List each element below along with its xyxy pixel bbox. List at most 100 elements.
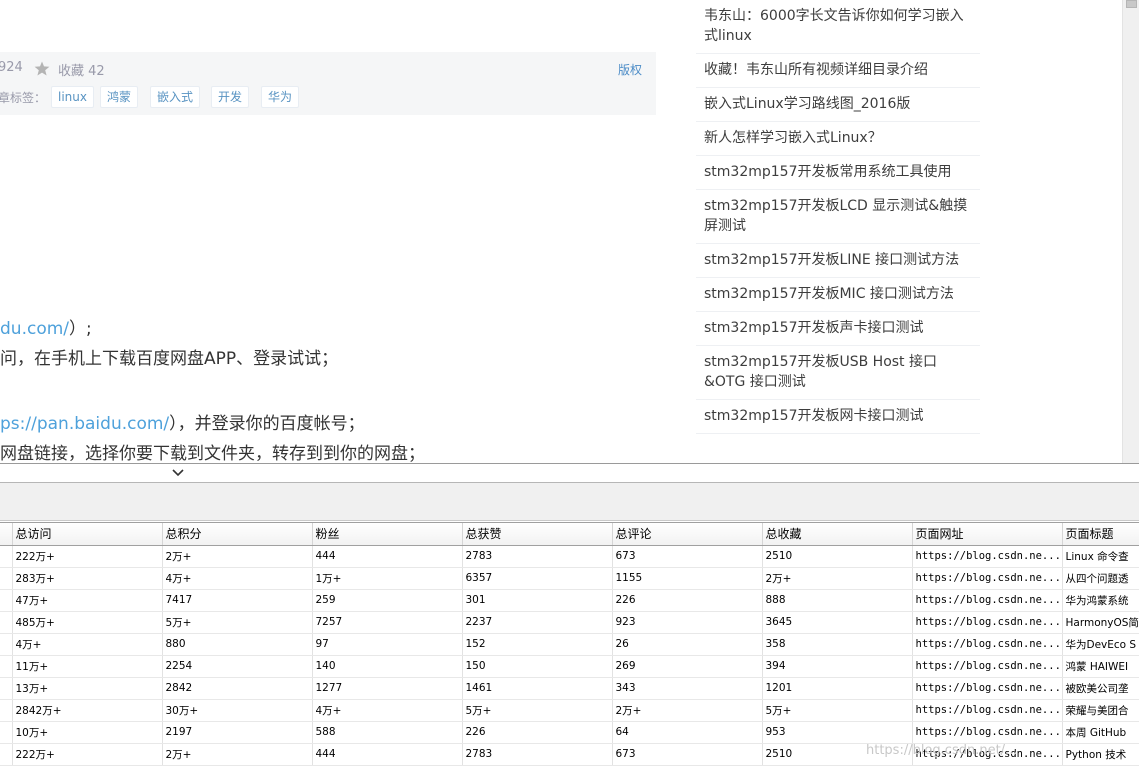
- column-header[interactable]: 总获赞: [462, 523, 613, 546]
- table-cell[interactable]: 2783: [462, 743, 613, 766]
- table-cell[interactable]: 140: [312, 655, 463, 678]
- row-header[interactable]: [0, 545, 13, 568]
- table-cell[interactable]: https://blog.csdn.ne...: [912, 589, 1063, 612]
- table-cell[interactable]: https://blog.csdn.ne...: [912, 677, 1063, 700]
- table-cell[interactable]: 5万+: [762, 699, 913, 722]
- table-row[interactable]: 485万+ 5万+ 7257 2237 923 3645 https://blog.csdn…: [0, 611, 1139, 634]
- table-cell[interactable]: 2254: [162, 655, 313, 678]
- table-cell[interactable]: 7257: [312, 611, 463, 634]
- related-article-item[interactable]: stm32mp157开发板声卡接口测试: [696, 312, 980, 346]
- row-header[interactable]: [0, 611, 13, 634]
- table-cell[interactable]: 222万+: [12, 743, 163, 766]
- column-header[interactable]: 总评论: [612, 523, 763, 546]
- table-cell[interactable]: 1461: [462, 677, 613, 700]
- table-cell[interactable]: https://blog.csdn.ne...: [912, 611, 1063, 634]
- table-cell[interactable]: 从四个问题透: [1062, 567, 1139, 590]
- table-cell[interactable]: 283万+: [12, 567, 163, 590]
- table-cell[interactable]: 358: [762, 633, 913, 656]
- table-cell[interactable]: 64: [612, 721, 763, 744]
- related-article-item[interactable]: stm32mp157开发板网卡接口测试: [696, 400, 980, 434]
- column-header[interactable]: 页面标题: [1062, 523, 1139, 546]
- table-cell[interactable]: 4万+: [12, 633, 163, 656]
- table-cell[interactable]: 301: [462, 589, 613, 612]
- table-cell[interactable]: 47万+: [12, 589, 163, 612]
- tag-embedded[interactable]: 嵌入式: [150, 86, 201, 108]
- table-cell[interactable]: 269: [612, 655, 763, 678]
- table-cell[interactable]: https://blog.csdn.ne...: [912, 545, 1063, 568]
- related-article-item[interactable]: 新人怎样学习嵌入式Linux？: [696, 122, 980, 156]
- row-header[interactable]: [0, 589, 13, 612]
- related-article-item[interactable]: 嵌入式Linux学习路线图_2016版: [696, 88, 980, 122]
- table-cell[interactable]: 被欧美公司垄: [1062, 677, 1139, 700]
- table-cell[interactable]: 鸿蒙 HAIWEI: [1062, 655, 1139, 678]
- table-cell[interactable]: 2842: [162, 677, 313, 700]
- row-header[interactable]: [0, 633, 13, 656]
- table-cell[interactable]: https://blog.csdn.ne...: [912, 721, 1063, 744]
- chevron-down-icon[interactable]: [170, 466, 186, 480]
- column-header[interactable]: 粉丝: [312, 523, 463, 546]
- table-cell[interactable]: https://blog.csdn.ne...: [912, 567, 1063, 590]
- table-row[interactable]: 10万+ 2197 588 226 64 953 https://blog.csdn.ne.…: [0, 721, 1139, 744]
- table-cell[interactable]: 673: [612, 743, 763, 766]
- table-cell[interactable]: 2783: [462, 545, 613, 568]
- table-cell[interactable]: 3645: [762, 611, 913, 634]
- table-cell[interactable]: 1277: [312, 677, 463, 700]
- table-cell[interactable]: 1201: [762, 677, 913, 700]
- table-cell[interactable]: 华为鸿蒙系统: [1062, 589, 1139, 612]
- table-cell[interactable]: HarmonyOS简介: [1062, 611, 1139, 634]
- tag-linux[interactable]: linux: [51, 86, 94, 108]
- tag-huawei[interactable]: 华为: [261, 86, 300, 108]
- related-article-item[interactable]: 韦东山：6000字长文告诉你如何学习嵌入式linux: [696, 0, 980, 54]
- table-cell[interactable]: 5万+: [462, 699, 613, 722]
- table-cell[interactable]: 2510: [762, 545, 913, 568]
- table-cell[interactable]: 152: [462, 633, 613, 656]
- table-cell[interactable]: 2197: [162, 721, 313, 744]
- table-cell[interactable]: 226: [462, 721, 613, 744]
- row-header[interactable]: [0, 743, 13, 766]
- table-cell[interactable]: 880: [162, 633, 313, 656]
- column-header[interactable]: 总访问: [12, 523, 163, 546]
- pane-splitter[interactable]: [0, 463, 1139, 483]
- table-cell[interactable]: 10万+: [12, 721, 163, 744]
- table-cell[interactable]: 荣耀与美团合: [1062, 699, 1139, 722]
- table-cell[interactable]: 222万+: [12, 545, 163, 568]
- table-cell[interactable]: Python 技术: [1062, 743, 1139, 766]
- table-cell[interactable]: 394: [762, 655, 913, 678]
- table-cell[interactable]: 2237: [462, 611, 613, 634]
- column-header[interactable]: 总收藏: [762, 523, 913, 546]
- related-article-item[interactable]: 收藏！韦东山所有视频详细目录介绍: [696, 54, 980, 88]
- table-cell[interactable]: https://blog.csdn.ne...: [912, 633, 1063, 656]
- row-header[interactable]: [0, 567, 13, 590]
- table-cell[interactable]: 97: [312, 633, 463, 656]
- related-article-item[interactable]: stm32mp157开发板LINE 接口测试方法: [696, 244, 980, 278]
- table-cell[interactable]: https://blog.csdn.ne...: [912, 699, 1063, 722]
- table-cell[interactable]: 259: [312, 589, 463, 612]
- table-cell[interactable]: 485万+: [12, 611, 163, 634]
- table-cell[interactable]: 6357: [462, 567, 613, 590]
- row-header[interactable]: [0, 655, 13, 678]
- table-row[interactable]: 2842万+ 30万+ 4万+ 5万+ 2万+ 5万+ https://blog.csdn.…: [0, 699, 1139, 722]
- table-cell[interactable]: 本周 GitHub: [1062, 721, 1139, 744]
- table-row[interactable]: 4万+ 880 97 152 26 358 https://blog.csdn.ne... 华…: [0, 633, 1139, 656]
- table-cell[interactable]: 5万+: [162, 611, 313, 634]
- table-cell[interactable]: 7417: [162, 589, 313, 612]
- table-cell[interactable]: 673: [612, 545, 763, 568]
- table-cell[interactable]: 26: [612, 633, 763, 656]
- table-cell[interactable]: 343: [612, 677, 763, 700]
- table-cell[interactable]: 588: [312, 721, 463, 744]
- table-cell[interactable]: 444: [312, 545, 463, 568]
- related-article-item[interactable]: stm32mp157开发板MIC 接口测试方法: [696, 278, 980, 312]
- tag-hongmeng[interactable]: 鸿蒙: [100, 86, 139, 108]
- related-article-item[interactable]: stm32mp157开发板USB Host 接口&OTG 接口测试: [696, 346, 980, 400]
- table-cell[interactable]: 2842万+: [12, 699, 163, 722]
- table-cell[interactable]: 2万+: [162, 743, 313, 766]
- table-cell[interactable]: 953: [762, 721, 913, 744]
- table-cell[interactable]: 4万+: [162, 567, 313, 590]
- table-cell[interactable]: 444: [312, 743, 463, 766]
- tag-develop[interactable]: 开发: [211, 86, 250, 108]
- table-cell[interactable]: 2万+: [612, 699, 763, 722]
- table-cell[interactable]: 226: [612, 589, 763, 612]
- copyright-link[interactable]: 版权: [618, 61, 642, 78]
- table-row[interactable]: 47万+ 7417 259 301 226 888 https://blog.csdn.ne…: [0, 589, 1139, 612]
- table-cell[interactable]: 888: [762, 589, 913, 612]
